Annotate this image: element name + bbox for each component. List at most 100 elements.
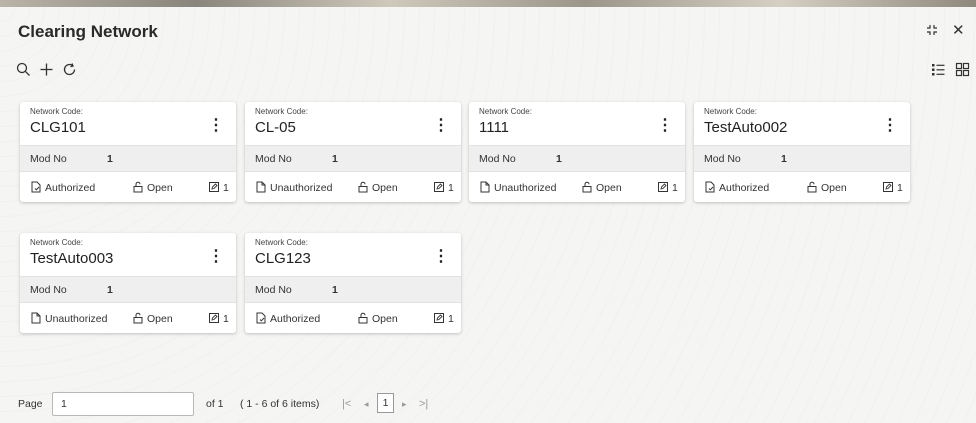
unlock-icon — [807, 181, 817, 193]
last-page-button[interactable]: >| — [419, 398, 428, 410]
network-card[interactable]: Network Code: CL-05 ⋮ Mod No 1 Unauthori… — [245, 102, 461, 202]
kebab-menu-icon[interactable]: ⋮ — [657, 118, 673, 134]
network-code-label: Network Code: — [30, 238, 83, 247]
mod-no-label: Mod No — [30, 153, 67, 165]
authorized-document-icon — [31, 181, 41, 193]
network-code-value: TestAuto002 — [704, 119, 788, 136]
mod-no-label: Mod No — [255, 153, 292, 165]
network-code-value: CLG123 — [255, 250, 311, 267]
page-label: Page — [18, 398, 43, 410]
kebab-menu-icon[interactable]: ⋮ — [208, 249, 224, 265]
auth-status: Unauthorized — [479, 181, 556, 194]
auth-status-text: Authorized — [719, 182, 770, 194]
pagination: Page of 1 ( 1 - 6 of 6 items) |< ◂ 1 ▸ >… — [0, 392, 976, 420]
version-count: 1 — [208, 312, 229, 325]
network-card[interactable]: Network Code: 1111 ⋮ Mod No 1 Unauthoriz… — [469, 102, 685, 202]
version-count-text: 1 — [897, 182, 903, 194]
unlock-icon — [358, 181, 368, 193]
grid-view-icon[interactable] — [955, 62, 973, 80]
refresh-icon[interactable] — [62, 62, 80, 80]
auth-status-text: Authorized — [270, 313, 321, 325]
version-count-text: 1 — [223, 313, 229, 325]
auth-status: Authorized — [255, 312, 320, 325]
top-banner — [0, 0, 976, 7]
lock-status-text: Open — [372, 313, 398, 325]
mod-no-value: 1 — [107, 284, 113, 296]
window-header: Clearing Network ✕ — [0, 7, 976, 52]
version-count: 1 — [208, 181, 229, 194]
mod-no-value: 1 — [781, 153, 787, 165]
network-card[interactable]: Network Code: CLG101 ⋮ Mod No 1 Authoriz… — [20, 102, 236, 202]
lock-status: Open — [806, 181, 847, 194]
lock-status: Open — [357, 312, 398, 325]
auth-status: Unauthorized — [255, 181, 332, 194]
page-number-input[interactable] — [52, 392, 194, 416]
mod-row: Mod No 1 — [245, 145, 461, 172]
mod-no-label: Mod No — [479, 153, 516, 165]
edit-icon — [434, 313, 444, 323]
auth-status-text: Unauthorized — [45, 313, 108, 325]
auth-status: Unauthorized — [30, 312, 107, 325]
card-footer: Unauthorized Open 1 — [20, 303, 236, 333]
page-title: Clearing Network — [18, 22, 158, 41]
unlock-icon — [358, 312, 368, 324]
search-icon[interactable] — [16, 62, 34, 80]
auth-status: Authorized — [30, 181, 95, 194]
edit-icon — [434, 182, 444, 192]
lock-status-text: Open — [147, 313, 173, 325]
mod-no-label: Mod No — [30, 284, 67, 296]
lock-status-text: Open — [372, 182, 398, 194]
edit-icon — [883, 182, 893, 192]
edit-icon — [209, 182, 219, 192]
card-footer: Authorized Open 1 — [20, 172, 236, 202]
unlock-icon — [133, 312, 143, 324]
list-view-icon[interactable] — [931, 62, 949, 80]
card-footer: Authorized Open 1 — [245, 303, 461, 333]
version-count-text: 1 — [448, 313, 454, 325]
mod-row: Mod No 1 — [20, 276, 236, 303]
card-footer: Unauthorized Open 1 — [469, 172, 685, 202]
network-code-label: Network Code: — [479, 107, 532, 116]
authorized-document-icon — [705, 181, 715, 193]
kebab-menu-icon[interactable]: ⋮ — [433, 118, 449, 134]
version-count-text: 1 — [448, 182, 454, 194]
lock-status: Open — [357, 181, 398, 194]
unauthorized-document-icon — [480, 181, 490, 193]
card-footer: Authorized Open 1 — [694, 172, 910, 202]
mod-no-value: 1 — [332, 153, 338, 165]
network-code-label: Network Code: — [255, 238, 308, 247]
kebab-menu-icon[interactable]: ⋮ — [433, 249, 449, 265]
lock-status-text: Open — [821, 182, 847, 194]
network-code-value: 1111 — [479, 119, 510, 136]
network-card[interactable]: Network Code: TestAuto003 ⋮ Mod No 1 Una… — [20, 233, 236, 333]
mod-no-label: Mod No — [255, 284, 292, 296]
mod-row: Mod No 1 — [469, 145, 685, 172]
items-range-label: ( 1 - 6 of 6 items) — [240, 398, 320, 410]
auth-status-text: Unauthorized — [270, 182, 333, 194]
toolbar — [0, 58, 976, 86]
kebab-menu-icon[interactable]: ⋮ — [208, 118, 224, 134]
lock-status: Open — [132, 181, 173, 194]
mod-no-value: 1 — [107, 153, 113, 165]
network-code-label: Network Code: — [704, 107, 757, 116]
network-code-label: Network Code: — [30, 107, 83, 116]
unauthorized-document-icon — [31, 312, 41, 324]
collapse-icon[interactable] — [926, 24, 938, 39]
mod-no-value: 1 — [332, 284, 338, 296]
version-count: 1 — [433, 181, 454, 194]
network-card[interactable]: Network Code: TestAuto002 ⋮ Mod No 1 Aut… — [694, 102, 910, 202]
lock-status: Open — [132, 312, 173, 325]
version-count: 1 — [882, 181, 903, 194]
version-count: 1 — [433, 312, 454, 325]
previous-page-button[interactable]: ◂ — [364, 399, 369, 410]
unlock-icon — [133, 181, 143, 193]
version-count: 1 — [657, 181, 678, 194]
close-icon[interactable]: ✕ — [952, 21, 965, 39]
unauthorized-document-icon — [256, 181, 266, 193]
next-page-button[interactable]: ▸ — [402, 399, 407, 410]
plus-icon[interactable] — [39, 62, 57, 80]
first-page-button[interactable]: |< — [342, 398, 351, 410]
current-page-button[interactable]: 1 — [377, 393, 394, 413]
network-card[interactable]: Network Code: CLG123 ⋮ Mod No 1 Authoriz… — [245, 233, 461, 333]
kebab-menu-icon[interactable]: ⋮ — [882, 118, 898, 134]
